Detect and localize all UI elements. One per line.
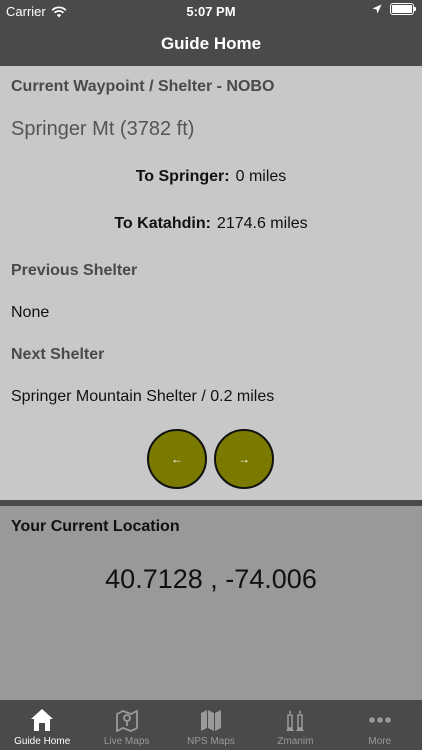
tab-bar: Guide Home Live Maps NPS Maps Zmanim Mor… [0, 700, 422, 750]
location-coordinates: 40.7128 , -74.006 [105, 564, 317, 594]
status-right [372, 3, 416, 15]
waypoint-panel: Current Waypoint / Shelter - NOBO Spring… [0, 66, 422, 500]
tab-more[interactable]: More [338, 700, 422, 750]
waypoint-header: Current Waypoint / Shelter - NOBO [11, 78, 275, 95]
to-springer-row: To Springer: 0 miles [0, 168, 422, 186]
tab-live-maps[interactable]: Live Maps [84, 700, 168, 750]
location-panel: Your Current Location 40.7128 , -74.006 [0, 506, 422, 700]
previous-waypoint-button[interactable]: ← [147, 429, 207, 489]
tab-label: More [368, 736, 392, 747]
tab-label: Zmanim [277, 736, 314, 747]
tab-label: Guide Home [14, 736, 71, 747]
nav-bar: Guide Home [0, 22, 422, 66]
to-springer-label: To Springer: [135, 168, 230, 185]
previous-shelter-header: Previous Shelter [11, 262, 138, 279]
next-shelter-header: Next Shelter [11, 346, 105, 363]
page-title: Guide Home [160, 34, 262, 53]
previous-shelter-value: None [11, 304, 50, 321]
location-arrow-icon [372, 4, 382, 14]
more-icon [369, 717, 391, 723]
tab-nps-maps[interactable]: NPS Maps [169, 700, 253, 750]
tab-guide-home[interactable]: Guide Home [0, 700, 84, 750]
tab-label: NPS Maps [187, 736, 235, 747]
waypoint-name: Springer Mt (3782 ft) [11, 118, 195, 140]
tab-zmanim[interactable]: Zmanim [253, 700, 337, 750]
arrow-left-icon: ← [171, 452, 183, 466]
status-time: 5:07 PM [186, 4, 236, 19]
map-icon [201, 710, 222, 731]
to-springer-value: 0 miles [235, 168, 287, 185]
next-waypoint-button[interactable]: → [214, 429, 274, 489]
tab-label: Live Maps [103, 736, 150, 747]
arrow-right-icon: → [238, 452, 250, 466]
status-bar: Carrier 5:07 PM [0, 0, 422, 22]
to-katahdin-value: 2174.6 miles [216, 215, 308, 232]
home-icon [31, 709, 54, 731]
to-katahdin-row: To Katahdin: 2174.6 miles [0, 215, 422, 233]
map-pin-icon [115, 709, 138, 733]
battery-icon [390, 3, 416, 15]
candles-icon [286, 710, 305, 731]
location-header: Your Current Location [11, 518, 180, 535]
next-shelter-value: Springer Mountain Shelter / 0.2 miles [11, 388, 275, 405]
to-katahdin-label: To Katahdin: [114, 215, 211, 232]
